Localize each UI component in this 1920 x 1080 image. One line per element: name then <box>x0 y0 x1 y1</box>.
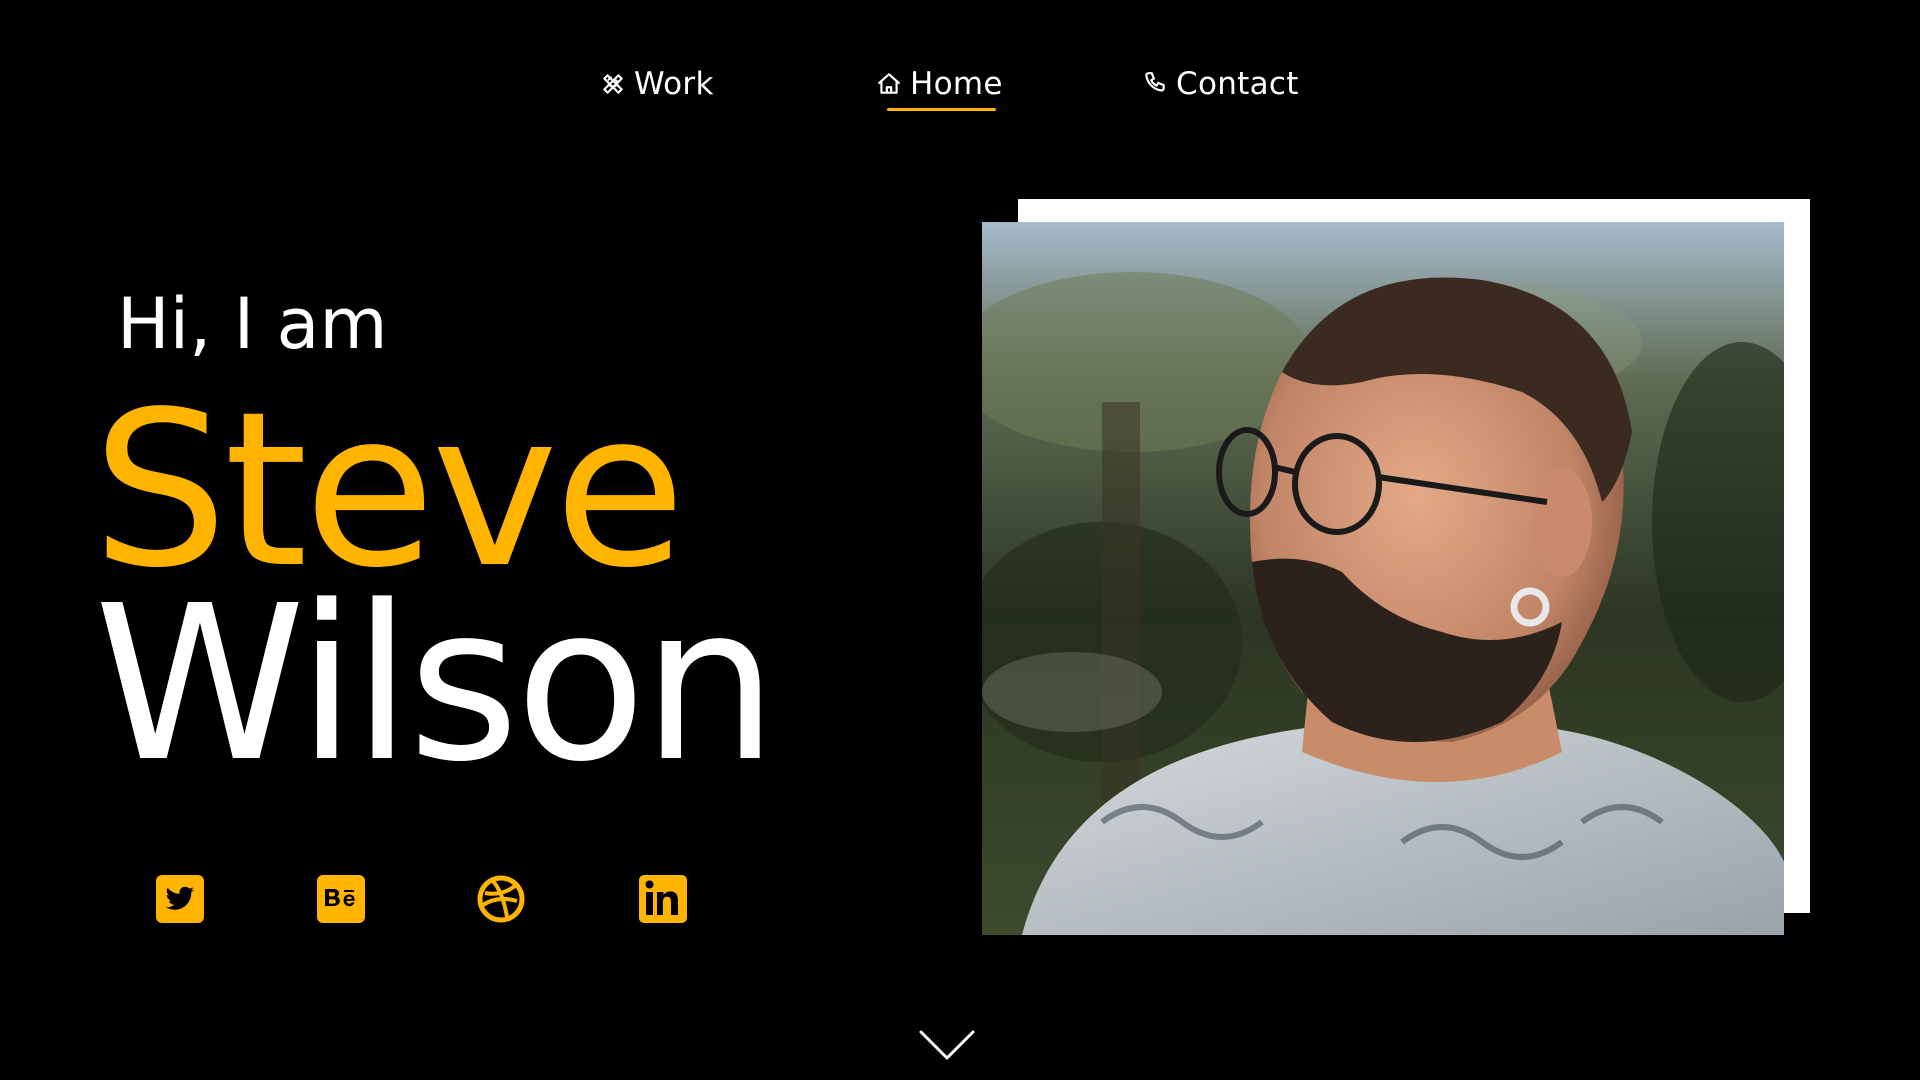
twitter-icon <box>156 875 204 923</box>
hero-last-name: Wilson <box>94 560 778 809</box>
scroll-down-button[interactable] <box>918 1028 976 1064</box>
chevron-down-icon <box>919 1030 975 1060</box>
linkedin-icon <box>639 875 687 923</box>
nav-item-work[interactable]: Work <box>598 62 714 106</box>
active-nav-indicator <box>887 108 996 111</box>
hero-page: Work Home Contact Hi, I am Steve Wilson <box>0 0 1920 1080</box>
dribbble-link[interactable] <box>475 873 527 925</box>
twitter-link[interactable] <box>154 873 206 925</box>
behance-icon <box>317 875 365 923</box>
nav-label-home: Home <box>910 66 1003 102</box>
behance-link[interactable] <box>315 873 367 925</box>
nav-label-contact: Contact <box>1176 66 1299 102</box>
hero-greeting: Hi, I am <box>117 283 388 365</box>
linkedin-link[interactable] <box>637 873 689 925</box>
dribbble-icon <box>477 875 525 923</box>
phone-icon <box>1140 69 1170 99</box>
home-icon <box>874 69 904 99</box>
profile-photo <box>982 222 1784 935</box>
nav-item-home[interactable]: Home <box>874 62 1003 106</box>
tools-icon <box>598 69 628 99</box>
nav-item-contact[interactable]: Contact <box>1140 62 1299 106</box>
nav-label-work: Work <box>634 66 714 102</box>
